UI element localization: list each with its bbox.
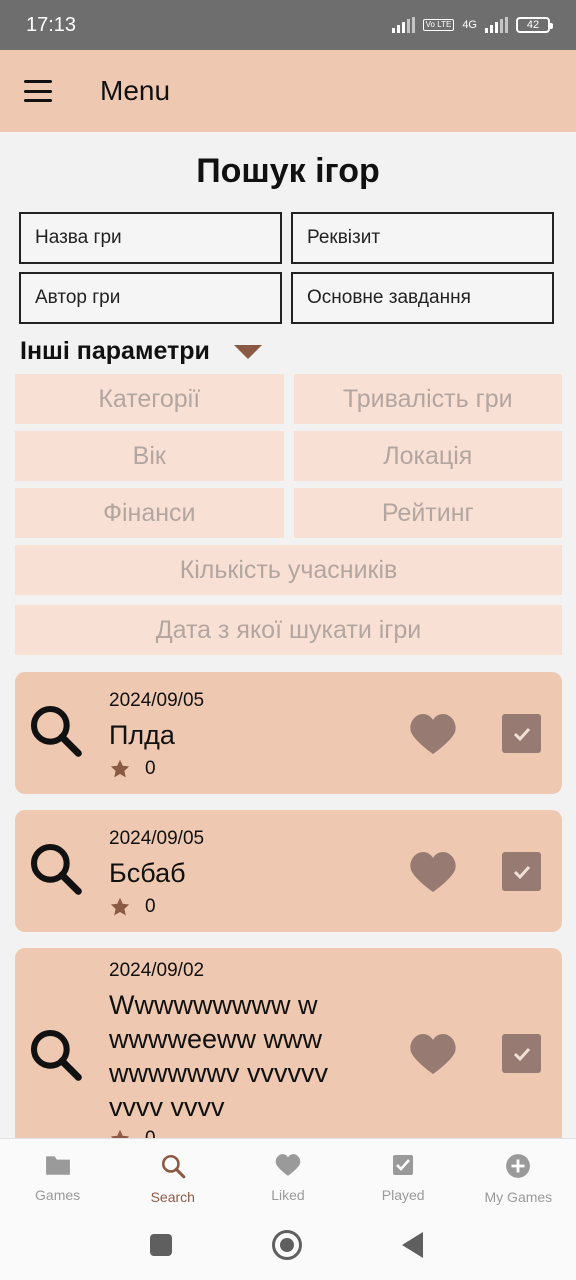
star-icon [110,759,130,778]
add-circle-icon [506,1154,531,1178]
bottom-nav: Games Search Liked Played My Games [0,1138,576,1220]
game-date: 2024/09/05 [109,828,205,849]
search-fields: Назва гри Реквізит Автор гри Основне зав… [19,212,554,324]
game-rating: 0 [109,758,156,780]
played-checkbox[interactable] [502,852,541,891]
nav-search[interactable]: Search [115,1139,230,1220]
search-icon [161,1154,186,1179]
props-field[interactable]: Реквізит [291,212,554,264]
played-checkbox[interactable] [502,1034,541,1073]
search-icon [30,705,82,757]
hamburger-menu-icon[interactable] [24,80,52,102]
battery-level: 42 [526,19,540,31]
nav-played-label: Played [381,1187,425,1203]
check-icon [513,1047,530,1061]
rating-value: 0 [145,1128,156,1138]
nav-games-label: Games [35,1187,81,1203]
network-type: 4G [462,19,477,31]
main-task-field[interactable]: Основне завдання [291,272,554,324]
game-date: 2024/09/02 [109,960,205,981]
game-name-field[interactable]: Назва гри [19,212,282,264]
game-title: Бсбаб [109,858,186,888]
date-from-filter[interactable]: Дата з якої шукати ігри [15,605,562,655]
star-icon [110,1129,130,1138]
game-author-field[interactable]: Автор гри [19,272,282,324]
signal-icon [391,17,415,33]
game-date: 2024/09/05 [109,690,205,711]
nav-my-games-label: My Games [484,1189,553,1205]
nav-search-label: Search [150,1189,195,1205]
nav-liked-label: Liked [271,1187,305,1203]
back-icon[interactable] [402,1232,423,1258]
checkbox-icon [393,1155,414,1175]
status-time: 17:13 [26,13,77,36]
age-filter[interactable]: Вік [15,431,284,481]
game-title: Wwwwwwwww wwwwweeww wwwwwwwwwv vvvvvvvvv… [109,990,328,1122]
filter-buttons: Категорії Тривалість гри Вік Локація Фін… [15,374,562,662]
rating-filter[interactable]: Рейтинг [293,488,562,538]
system-nav-bar [0,1220,576,1280]
signal-icon-2 [485,17,508,33]
folder-icon [45,1156,70,1175]
search-icon [30,843,82,895]
played-checkbox[interactable] [502,714,541,753]
nav-liked[interactable]: Liked [230,1139,345,1220]
volte-icon: Vo LTE [422,19,455,31]
participants-filter[interactable]: Кількість учасників [15,545,562,595]
categories-filter[interactable]: Категорії [15,374,284,424]
game-rating: 0 [109,1128,156,1138]
game-card[interactable]: 2024/09/05 Бсбаб 0 [15,810,562,932]
game-rating: 0 [109,896,156,918]
status-icons: Vo LTE 4G 42 [391,17,553,33]
nav-my-games[interactable]: My Games [461,1139,576,1220]
finances-filter[interactable]: Фінанси [15,488,284,538]
other-params-toggle[interactable]: Інші параметри [20,337,262,366]
heart-icon[interactable] [409,712,457,756]
rating-value: 0 [145,896,156,917]
heart-icon [275,1154,301,1176]
game-card[interactable]: 2024/09/05 Плда 0 [15,672,562,794]
app-bar: Menu [0,50,576,132]
heart-icon[interactable] [409,850,457,894]
search-page: Пошук ігор Назва гри Реквізит Автор гри … [0,132,576,1138]
other-params-label: Інші параметри [20,337,210,365]
rating-value: 0 [145,758,156,779]
location-filter[interactable]: Локація [293,431,562,481]
home-icon[interactable] [272,1230,302,1260]
search-icon [30,1029,82,1081]
app-bar-title: Menu [100,75,171,106]
star-icon [110,897,130,916]
status-bar: 17:13 Vo LTE 4G 42 [0,0,576,50]
page-title: Пошук ігор [196,152,380,190]
duration-filter[interactable]: Тривалість гри [293,374,562,424]
check-icon [513,727,530,741]
nav-games[interactable]: Games [0,1139,115,1220]
battery-icon: 42 [516,17,553,33]
nav-played[interactable]: Played [346,1139,461,1220]
chevron-down-icon [233,344,262,359]
recents-icon[interactable] [150,1234,172,1256]
game-title: Плда [109,720,175,750]
check-icon [513,865,530,879]
game-card[interactable]: 2024/09/02 Wwwwwwwww wwwwweeww wwwwwwwww… [15,948,562,1138]
heart-icon[interactable] [409,1032,457,1076]
